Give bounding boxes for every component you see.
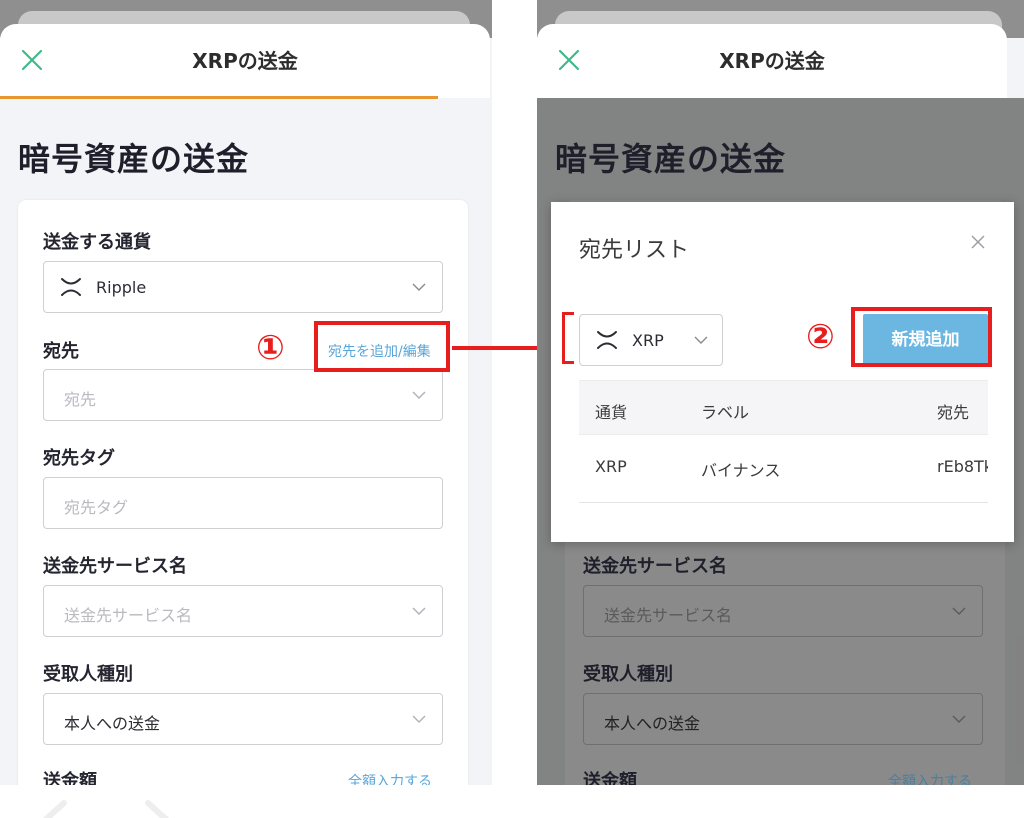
send-form: 送金する通貨 Ripple 宛先 宛先を追加/編集 宛先 宛先タグ 宛先タグ 送… — [18, 200, 468, 785]
amount-label: 送金額 — [583, 771, 637, 785]
destination-tag-placeholder: 宛先タグ — [64, 498, 129, 517]
header-title: XRPの送金 — [719, 49, 825, 73]
service-name-placeholder: 送金先サービス名 — [64, 606, 193, 625]
close-icon[interactable] — [970, 234, 986, 250]
page-title: 暗号資産の送金 — [18, 140, 250, 178]
row-currency: XRP — [595, 457, 627, 476]
currency-value: Ripple — [96, 278, 147, 297]
highlight-add-new-button — [851, 307, 992, 367]
recipient-type-select: 本人への送金 — [583, 693, 983, 745]
modal-header: XRPの送金 — [537, 24, 1007, 98]
recipient-type-label: 受取人種別 — [43, 664, 133, 685]
chevron-down-icon — [952, 607, 966, 615]
chevron-down-icon — [412, 391, 426, 399]
destination-select[interactable]: 宛先 — [43, 369, 443, 421]
left-screen: XRPの送金 暗号資産の送金 送金する通貨 Ripple 宛先 宛先を追加/編集… — [0, 0, 492, 785]
service-name-placeholder: 送金先サービス名 — [604, 606, 733, 625]
progress-bar — [0, 96, 438, 99]
step-badge-1: ① — [256, 328, 285, 368]
xrp-icon — [61, 278, 81, 296]
modal-header: XRPの送金 — [0, 24, 490, 98]
modal-title: 宛先リスト — [579, 238, 690, 263]
currency-select[interactable]: Ripple — [43, 261, 443, 313]
currency-label: 送金する通貨 — [43, 232, 151, 253]
highlight-add-edit-link — [314, 321, 450, 372]
column-header: 宛先 — [937, 403, 970, 422]
column-header: ラベル — [701, 403, 750, 422]
chevron-down-icon — [412, 607, 426, 615]
tutorial-screenshot: XRPの送金 暗号資産の送金 送金する通貨 Ripple 宛先 宛先を追加/編集… — [0, 0, 1024, 818]
currency-filter-value: XRP — [632, 331, 664, 350]
chevron-down-icon — [952, 715, 966, 723]
decorative-chevrons — [42, 800, 170, 818]
header-title: XRPの送金 — [192, 49, 298, 73]
row-label: バイナンス — [701, 461, 781, 480]
service-name-select: 送金先サービス名 — [583, 585, 983, 637]
recipient-type-select[interactable]: 本人への送金 — [43, 693, 443, 745]
recipient-type-value: 本人への送金 — [604, 714, 701, 733]
service-name-select[interactable]: 送金先サービス名 — [43, 585, 443, 637]
xrp-icon — [597, 331, 617, 349]
amount-label: 送金額 — [43, 771, 97, 785]
chevron-down-icon — [694, 336, 708, 344]
recipient-type-value: 本人への送金 — [64, 714, 161, 733]
destination-list-modal: 宛先リスト XRP 新規追加 通貨 ラベル 宛先 XRP バイナンス rEb8T… — [551, 202, 1014, 542]
destination-tag-label: 宛先タグ — [43, 448, 115, 469]
destination-placeholder: 宛先 — [64, 390, 97, 409]
service-name-label: 送金先サービス名 — [43, 556, 187, 577]
max-amount-link[interactable]: 全額入力する — [348, 771, 432, 785]
table-row[interactable]: XRP バイナンス rEb8Tk — [579, 435, 988, 503]
step-badge-2: ② — [806, 317, 835, 357]
service-name-label: 送金先サービス名 — [583, 556, 727, 577]
currency-filter-select[interactable]: XRP — [579, 314, 723, 366]
table-header: 通貨 ラベル 宛先 — [579, 380, 988, 435]
page-title: 暗号資産の送金 — [555, 140, 787, 178]
row-address: rEb8Tk — [937, 457, 988, 476]
recipient-type-label: 受取人種別 — [583, 664, 673, 685]
max-amount-link: 全額入力する — [888, 774, 972, 785]
chevron-down-icon — [412, 715, 426, 723]
highlight-currency-filter — [562, 312, 574, 364]
destination-label: 宛先 — [43, 341, 79, 362]
destination-tag-input[interactable]: 宛先タグ — [43, 477, 443, 529]
right-screen: XRPの送金 暗号資産の送金 送金先サービス名 送金先サービス名 受取人種別 本… — [537, 0, 1024, 785]
column-header: 通貨 — [595, 403, 628, 422]
chevron-down-icon — [412, 283, 426, 291]
